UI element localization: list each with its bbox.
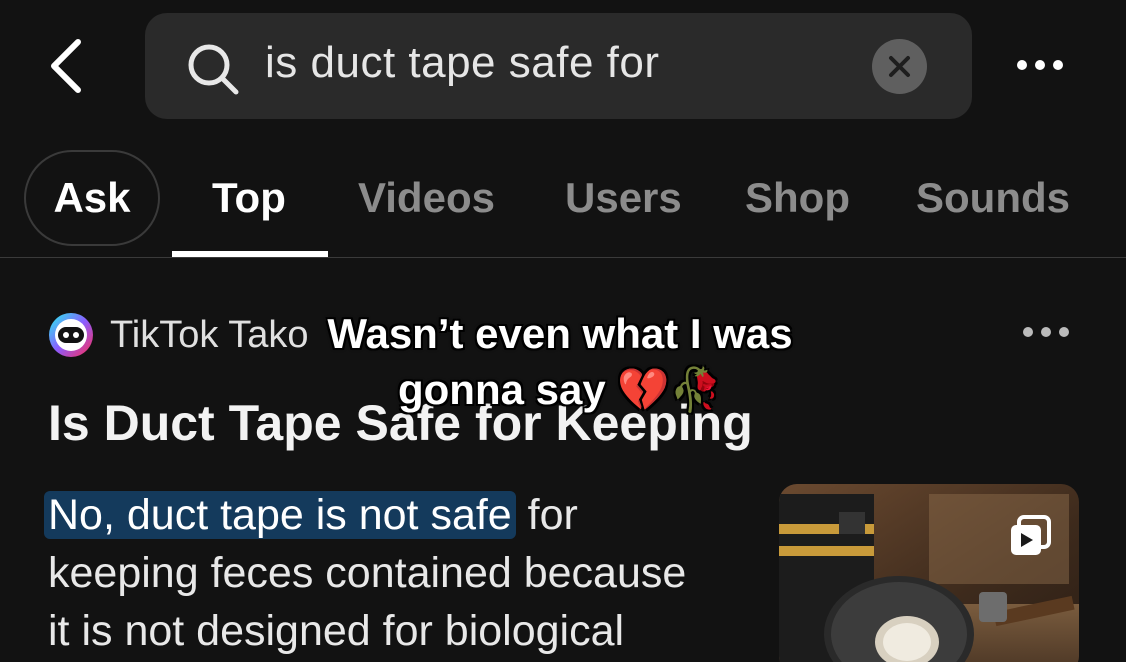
search-icon (188, 44, 239, 95)
result-more-button[interactable] (1018, 317, 1078, 347)
tab-users[interactable]: Users (565, 150, 682, 246)
answer-highlight: No, duct tape is not safe (44, 491, 516, 539)
tabs-divider (0, 257, 1126, 258)
caption-line-1: Wasn’t even what I was (327, 310, 793, 357)
back-button[interactable] (38, 36, 98, 96)
tab-ask[interactable]: Ask (24, 150, 160, 246)
multiple-images-icon (1011, 515, 1051, 555)
video-caption-overlay: Wasn’t even what I was gonna say 💔🥀 (260, 306, 860, 418)
result-answer[interactable]: No, duct tape is not safe for keeping fe… (44, 486, 768, 660)
search-bar[interactable]: is duct tape safe for (145, 13, 972, 119)
result-thumbnail[interactable] (779, 484, 1079, 662)
tab-shop[interactable]: Shop (745, 150, 850, 246)
search-tabs: Ask Top Videos Users Shop Sounds (0, 150, 1126, 258)
answer-text: keeping feces contained because (48, 549, 687, 597)
answer-text: for (515, 491, 578, 539)
chevron-left-icon (51, 39, 81, 93)
close-icon (889, 56, 910, 77)
more-horizontal-icon (1023, 327, 1069, 337)
caption-line-2: gonna say 💔🥀 (398, 366, 722, 413)
answer-text: it is not designed for biological (48, 607, 625, 655)
clear-search-button[interactable] (872, 39, 927, 94)
tab-top[interactable]: Top (212, 150, 286, 246)
tiktok-tako-icon (49, 313, 93, 357)
more-horizontal-icon (1017, 60, 1063, 70)
duct-tape-photo (779, 484, 1079, 662)
search-input[interactable]: is duct tape safe for (265, 38, 660, 88)
more-options-button[interactable] (1012, 50, 1072, 80)
tab-sounds[interactable]: Sounds (916, 150, 1070, 246)
tab-videos[interactable]: Videos (358, 150, 495, 246)
